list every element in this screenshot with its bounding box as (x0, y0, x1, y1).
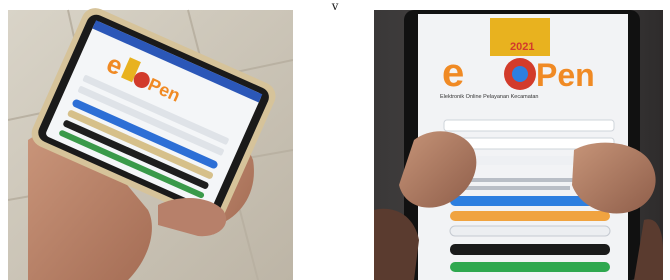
guide-button-r[interactable] (450, 244, 610, 255)
photo-left-scene: e Pen (8, 8, 293, 280)
username-field-r[interactable] (443, 119, 615, 132)
register-button-r[interactable] (450, 211, 610, 221)
logo-emblem-inner (512, 66, 528, 82)
photo-left: e Pen (8, 0, 293, 280)
photo-right: 2021 e Pen Elektronik Online Pelayanan K… (374, 0, 663, 280)
photo-right-scene: 2021 e Pen Elektronik Online Pelayanan K… (374, 10, 663, 280)
logo-year: 2021 (510, 41, 534, 53)
logo-pen-r: Pen (536, 57, 595, 93)
logo-e-r: e (442, 51, 464, 95)
logo-tagline: Elektronik Online Pelayanan Kecamatan (440, 94, 538, 100)
forgot-button-r[interactable] (449, 225, 611, 237)
contact-button-r[interactable] (450, 262, 610, 272)
